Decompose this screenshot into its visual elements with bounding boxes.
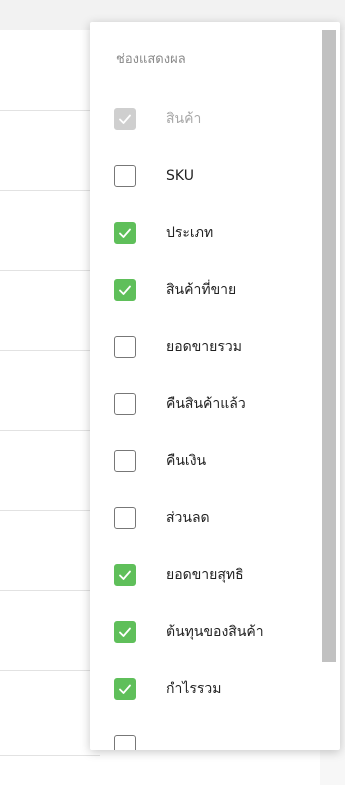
checkmark-icon bbox=[119, 285, 131, 295]
background-row-divider bbox=[0, 350, 100, 351]
option-label: คืนเงิน bbox=[166, 453, 207, 469]
background-row-divider bbox=[0, 510, 100, 511]
checkbox[interactable] bbox=[114, 165, 136, 187]
background-row-divider bbox=[0, 430, 100, 431]
column-option-0: สินค้า bbox=[114, 106, 314, 132]
option-label: สินค้าที่ขาย bbox=[166, 282, 237, 298]
column-option-11[interactable] bbox=[114, 733, 314, 750]
option-label: ส่วนลด bbox=[166, 510, 210, 526]
column-option-1[interactable]: SKU bbox=[114, 163, 314, 189]
background-row-divider bbox=[0, 755, 100, 756]
checkbox[interactable] bbox=[114, 507, 136, 529]
option-label: ยอดขายสุทธิ bbox=[166, 567, 244, 583]
checkbox[interactable] bbox=[114, 336, 136, 358]
column-option-6[interactable]: คืนเงิน bbox=[114, 448, 314, 474]
column-display-dropdown: ช่องแสดงผล สินค้า SKU ประเภทสินค้าที่ขายยอ… bbox=[90, 22, 340, 750]
column-option-5[interactable]: คืนสินค้าแล้ว bbox=[114, 391, 314, 417]
checkbox[interactable] bbox=[114, 564, 136, 586]
column-option-10[interactable]: กำไรรวม bbox=[114, 676, 314, 702]
column-option-9[interactable]: ต้นทุนของสินค้า bbox=[114, 619, 314, 645]
column-option-3[interactable]: สินค้าที่ขาย bbox=[114, 277, 314, 303]
checkmark-icon bbox=[119, 627, 131, 637]
background-row-divider bbox=[0, 670, 100, 671]
dropdown-title: ช่องแสดงผล bbox=[116, 52, 186, 67]
option-label: ต้นทุนของสินค้า bbox=[166, 624, 264, 640]
option-label: สินค้า bbox=[166, 111, 202, 127]
checkmark-icon bbox=[119, 114, 131, 124]
background-row-divider bbox=[0, 270, 100, 271]
background-row-divider bbox=[0, 590, 100, 591]
checkbox[interactable] bbox=[114, 222, 136, 244]
column-option-7[interactable]: ส่วนลด bbox=[114, 505, 314, 531]
column-option-4[interactable]: ยอดขายรวม bbox=[114, 334, 314, 360]
option-label: ประเภท bbox=[166, 225, 214, 241]
checkbox[interactable] bbox=[114, 393, 136, 415]
option-label: SKU bbox=[166, 168, 194, 184]
checkbox[interactable] bbox=[114, 735, 136, 750]
checkbox[interactable] bbox=[114, 678, 136, 700]
checkmark-icon bbox=[119, 570, 131, 580]
background-row-divider bbox=[0, 110, 100, 111]
checkmark-icon bbox=[119, 684, 131, 694]
checkbox bbox=[114, 108, 136, 130]
column-option-2[interactable]: ประเภท bbox=[114, 220, 314, 246]
checkmark-icon bbox=[119, 228, 131, 238]
option-label: ยอดขายรวม bbox=[166, 339, 242, 355]
option-label: คืนสินค้าแล้ว bbox=[166, 396, 246, 412]
checkbox[interactable] bbox=[114, 450, 136, 472]
checkbox[interactable] bbox=[114, 279, 136, 301]
option-label: กำไรรวม bbox=[166, 681, 222, 697]
checkbox[interactable] bbox=[114, 621, 136, 643]
background-row-divider bbox=[0, 190, 100, 191]
dropdown-scrollbar[interactable] bbox=[322, 30, 336, 662]
column-option-8[interactable]: ยอดขายสุทธิ bbox=[114, 562, 314, 588]
